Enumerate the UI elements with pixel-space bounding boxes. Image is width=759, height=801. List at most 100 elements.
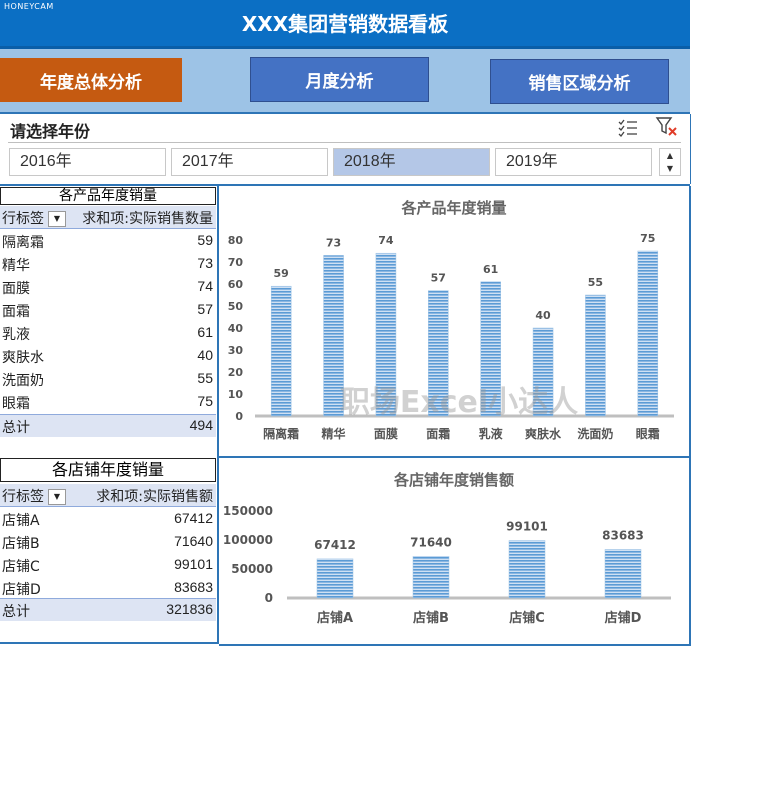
scroll-down-icon[interactable]: ▼ (660, 162, 680, 175)
x-tick-label: 面膜 (374, 426, 398, 441)
table-row[interactable]: 爽肤水 40 (0, 345, 216, 367)
year-2016-button[interactable]: 2016年 (9, 148, 166, 176)
total-value: 494 (189, 417, 213, 433)
slicer-title: 请选择年份 (10, 122, 91, 141)
table-row[interactable]: 店铺C 99101 (0, 554, 216, 576)
table-row[interactable]: 面霜 57 (0, 299, 216, 321)
data-label: 40 (535, 309, 551, 322)
store-pivot-table: 行标签 ▼ 求和项:实际销售额 店铺A 67412 店铺B 71640 店铺C 99101 店… (0, 484, 216, 624)
table-row[interactable]: 洗面奶 55 (0, 368, 216, 390)
row-label: 店铺B (2, 536, 40, 552)
bar (412, 556, 450, 599)
dashboard-title: XXX集团营销数据看板 (241, 12, 449, 36)
year-2017-button[interactable]: 2017年 (171, 148, 328, 176)
table-row[interactable]: 店铺B 71640 (0, 531, 216, 553)
data-label: 99101 (506, 520, 548, 534)
scroll-up-icon[interactable]: ▲ (660, 149, 680, 162)
table-row[interactable]: 隔离霜 59 (0, 230, 216, 252)
product-pivot-title: 各产品年度销量 (0, 187, 216, 205)
slicer-divider (8, 142, 681, 143)
table-row[interactable]: 眼霜 75 (0, 391, 216, 413)
total-label: 总计 (2, 604, 30, 620)
y-tick-label: 150000 (223, 504, 273, 518)
value-header: 求和项:实际销售额 (96, 489, 213, 505)
x-tick-label: 店铺A (317, 610, 353, 626)
product-sales-chart-svg: 各产品年度销量 0 10 20 30 40 50 60 70 80 59 隔离霜 73 精华 74 面膜 57 面… (228, 199, 674, 441)
row-label: 精华 (2, 258, 30, 274)
clear-filter-icon[interactable] (655, 116, 679, 138)
x-tick-label: 洗面奶 (577, 426, 613, 441)
data-label: 67412 (314, 538, 356, 552)
product-pivot-table: 行标签 ▼ 求和项:实际销售数量 隔离霜 59 精华 73 面膜 74 面霜 57 乳液 61 爽肤水… (0, 206, 216, 438)
row-label: 乳液 (2, 327, 30, 343)
multi-select-icon[interactable] (617, 118, 639, 138)
pivot-total-row: 总计 321836 (0, 598, 216, 621)
row-label-header: 行标签 ▼ (2, 208, 66, 228)
total-value: 321836 (166, 601, 213, 617)
row-label: 店铺C (2, 559, 40, 575)
bar (508, 540, 546, 599)
bar (637, 250, 659, 417)
pivot-header-row: 行标签 ▼ 求和项:实际销售数量 (0, 206, 216, 229)
chart-title: 各店铺年度销售额 (393, 471, 514, 489)
row-value: 67412 (174, 510, 213, 526)
table-row[interactable]: 乳液 61 (0, 322, 216, 344)
x-tick-label: 隔离霜 (263, 426, 299, 441)
row-value: 73 (197, 255, 213, 271)
y-tick-label: 40 (228, 322, 244, 335)
row-value: 71640 (174, 533, 213, 549)
x-tick-label: 精华 (322, 426, 346, 441)
row-label: 洗面奶 (2, 373, 44, 389)
data-label: 57 (431, 272, 446, 285)
x-tick-label: 店铺D (605, 610, 642, 626)
row-label: 隔离霜 (2, 235, 44, 251)
row-value: 74 (197, 278, 213, 294)
row-value: 57 (197, 301, 213, 317)
row-value: 83683 (174, 579, 213, 595)
row-label: 店铺A (2, 513, 40, 529)
value-header: 求和项:实际销售数量 (82, 211, 213, 227)
data-label: 55 (588, 276, 603, 289)
store-pivot-title: 各店铺年度销量 (0, 458, 216, 482)
pivot-header-row: 行标签 ▼ 求和项:实际销售额 (0, 484, 216, 507)
data-label: 73 (326, 236, 341, 249)
table-row[interactable]: 店铺D 83683 (0, 577, 216, 599)
y-tick-label: 20 (228, 366, 244, 379)
nav-region-analysis-button[interactable]: 销售区域分析 (490, 59, 669, 104)
x-tick-label: 店铺C (509, 610, 545, 626)
row-label: 眼霜 (2, 396, 30, 412)
row-value: 55 (197, 370, 213, 386)
x-tick-label: 店铺B (413, 610, 449, 626)
filter-dropdown-icon[interactable]: ▼ (48, 211, 66, 227)
y-tick-label: 60 (228, 278, 244, 291)
year-2019-button[interactable]: 2019年 (495, 148, 652, 176)
recorder-watermark: HONEYCAM (4, 2, 54, 11)
chart-title: 各产品年度销量 (400, 199, 506, 217)
table-row[interactable]: 店铺A 67412 (0, 508, 216, 530)
product-sales-chart: 各产品年度销量 0 10 20 30 40 50 60 70 80 59 隔离霜 73 精华 74 面膜 57 面… (219, 186, 691, 456)
data-label: 59 (274, 267, 289, 280)
data-label: 83683 (602, 528, 644, 542)
row-value: 99101 (174, 556, 213, 572)
x-tick-label: 面霜 (426, 427, 450, 441)
x-tick-label: 爽肤水 (525, 426, 562, 441)
row-value: 40 (197, 347, 213, 363)
row-label: 爽肤水 (2, 350, 44, 366)
bar (604, 549, 642, 599)
nav-annual-analysis-button[interactable]: 年度总体分析 (0, 58, 182, 102)
nav-monthly-analysis-button[interactable]: 月度分析 (250, 57, 429, 102)
row-value: 59 (197, 232, 213, 248)
row-label-header: 行标签 ▼ (2, 486, 66, 506)
row-label: 店铺D (2, 582, 41, 598)
year-2018-button[interactable]: 2018年 (333, 148, 490, 176)
table-row[interactable]: 精华 73 (0, 253, 216, 275)
filter-dropdown-icon[interactable]: ▼ (48, 489, 66, 505)
slicer-scrollbar[interactable]: ▲ ▼ (659, 148, 681, 176)
section-divider (0, 642, 218, 644)
bar (270, 285, 292, 417)
y-tick-label: 10 (228, 388, 244, 401)
row-value: 75 (197, 393, 213, 409)
y-tick-label: 0 (235, 410, 243, 423)
y-tick-label: 80 (228, 234, 244, 247)
table-row[interactable]: 面膜 74 (0, 276, 216, 298)
